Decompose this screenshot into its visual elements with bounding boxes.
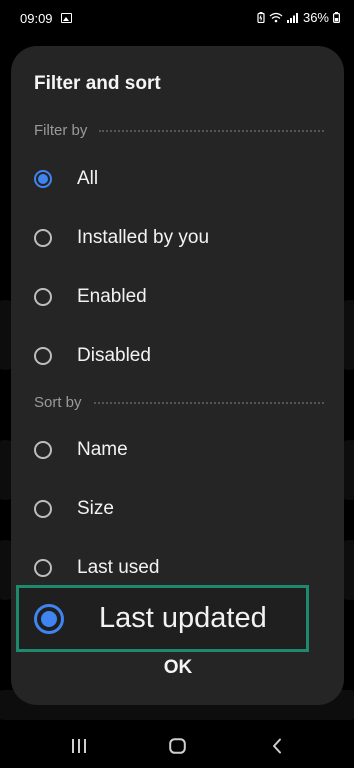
gallery-icon [61, 13, 72, 23]
radio-button-selected[interactable] [34, 170, 52, 188]
recents-icon[interactable] [70, 739, 88, 753]
option-label: Enabled [77, 286, 147, 307]
filter-section-label: Filter by [34, 122, 88, 139]
sort-section-header: Sort by [34, 394, 324, 411]
filter-option-enabled[interactable]: Enabled [31, 275, 331, 319]
filter-section-header: Filter by [34, 122, 324, 139]
battery-percentage: 36% [302, 10, 329, 25]
option-label: Last used [77, 557, 160, 578]
section-divider [99, 129, 324, 132]
option-label: Installed by you [77, 227, 210, 248]
sort-option-last-updated[interactable]: Last updated [16, 585, 309, 652]
filter-option-all[interactable]: All [31, 157, 331, 201]
radio-button[interactable] [34, 229, 52, 247]
option-label: Last updated [99, 602, 267, 634]
radio-button[interactable] [34, 441, 52, 459]
home-icon[interactable] [169, 738, 186, 754]
status-icons: 36% [257, 10, 340, 25]
radio-button[interactable] [34, 288, 52, 306]
sort-option-last-used[interactable]: Last used [31, 546, 331, 590]
filter-option-installed-by-you[interactable]: Installed by you [31, 216, 331, 260]
radio-button-selected[interactable] [34, 603, 64, 634]
screen: 09:09 36% Filter and sort Filter by All … [0, 0, 354, 768]
signal-icon [286, 13, 298, 23]
option-label: Size [77, 498, 114, 519]
dialog-title: Filter and sort [34, 73, 161, 94]
ok-button[interactable]: OK [147, 653, 209, 683]
wifi-icon [269, 12, 283, 23]
battery-saver-icon [257, 12, 265, 23]
option-label: Name [77, 439, 128, 460]
status-time: 09:09 [20, 11, 53, 26]
filter-option-disabled[interactable]: Disabled [31, 334, 331, 378]
back-icon[interactable] [271, 738, 283, 754]
sort-option-name[interactable]: Name [31, 428, 331, 472]
status-bar: 09:09 36% [0, 0, 354, 36]
option-label: Disabled [77, 345, 151, 366]
sort-section-label: Sort by [34, 394, 82, 411]
radio-button[interactable] [34, 500, 52, 518]
radio-button[interactable] [34, 347, 52, 365]
sort-option-size[interactable]: Size [31, 487, 331, 531]
radio-button[interactable] [34, 559, 52, 577]
section-divider [93, 401, 324, 404]
battery-icon [333, 12, 340, 23]
navigation-bar [0, 726, 354, 768]
option-label: All [77, 168, 99, 189]
